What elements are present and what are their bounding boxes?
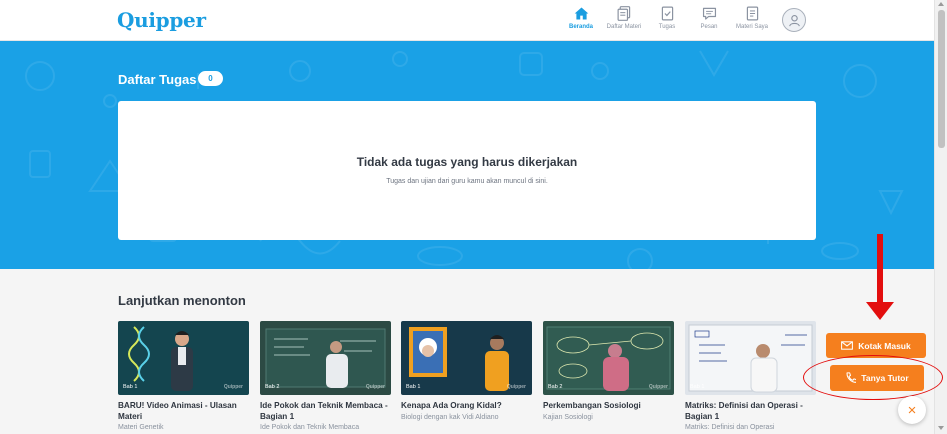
chapter-label: Bab 1 <box>406 384 421 390</box>
continue-watching-title: Lanjutkan menonton <box>118 293 246 308</box>
top-navbar: Quipper Beranda Daftar Materi Tugas Pesa… <box>0 0 934 41</box>
phone-tutor-icon <box>846 372 857 383</box>
video-thumbnail[interactable]: Bab 2 Quipper <box>543 321 674 395</box>
nav-label-daftar-materi: Daftar Materi <box>606 24 642 30</box>
video-thumbnail[interactable]: Bab 1 <box>685 321 816 395</box>
home-icon <box>574 7 588 20</box>
video-subtitle: Biologi dengan kak Vidi Aldiano <box>401 413 499 421</box>
video-title[interactable]: Matriks: Definisi dan Operasi - Bagian 1 <box>685 401 816 422</box>
scroll-down-arrow-icon[interactable] <box>938 426 944 430</box>
video-card[interactable]: Bab 2 Quipper Ide Pokok dan Teknik Memba… <box>260 321 391 431</box>
video-subtitle: Ide Pokok dan Teknik Membaca <box>260 424 360 431</box>
nav-materi-saya[interactable]: Materi Saya <box>730 5 774 30</box>
mail-icon <box>841 341 854 350</box>
nav-label-beranda: Beranda <box>568 24 593 30</box>
video-thumbnail-image <box>685 321 816 395</box>
tanya-tutor-button[interactable]: Tanya Tutor <box>830 365 924 391</box>
chapter-label: Bab 1 <box>690 384 705 390</box>
chapter-label: Bab 2 <box>265 384 280 390</box>
thumbnail-watermark: Quipper <box>365 384 385 390</box>
thumbnail-watermark: Quipper <box>648 384 668 390</box>
nav-pesan[interactable]: Pesan <box>687 5 731 30</box>
chapter-label: Bab 2 <box>548 384 563 390</box>
quipper-logo[interactable]: Quipper <box>117 8 206 32</box>
empty-assignments-subtitle: Tugas dan ujian dari guru kamu akan munc… <box>386 178 548 185</box>
nav-label-pesan: Pesan <box>700 24 718 30</box>
video-subtitle: Materi Genetik <box>118 424 164 431</box>
video-thumbnail[interactable]: Bab 1 Quipper <box>118 321 249 395</box>
video-card[interactable]: Bab 2 Quipper Perkembangan Sosiologi Kaj… <box>543 321 674 421</box>
nav-daftar-materi[interactable]: Daftar Materi <box>602 5 646 30</box>
empty-assignments-card: Tidak ada tugas yang harus dikerjakan Tu… <box>118 101 816 240</box>
close-icon: × <box>907 401 917 419</box>
my-materials-icon <box>746 6 758 21</box>
page: Quipper Beranda Daftar Materi Tugas Pesa… <box>0 0 947 434</box>
assignments-banner: Daftar Tugas 0 Tidak ada tugas yang haru… <box>0 41 934 269</box>
message-icon <box>702 7 716 20</box>
tanya-tutor-label: Tanya Tutor <box>861 373 909 383</box>
assignments-title: Daftar Tugas <box>118 72 197 87</box>
kotak-masuk-label: Kotak Masuk <box>858 340 911 351</box>
chapter-label: Bab 1 <box>123 384 138 390</box>
thumbnail-watermark: Quipper <box>223 384 243 390</box>
empty-assignments-title: Tidak ada tugas yang harus dikerjakan <box>356 155 578 169</box>
video-card[interactable]: Bab 1 Quipper BARU! Video Animasi - Ulas… <box>118 321 249 431</box>
close-support-button[interactable]: × <box>898 396 926 424</box>
annotation-arrow <box>877 234 883 304</box>
video-card[interactable]: Bab 1 Quipper Kenapa Ada Orang Kidal? Bi… <box>401 321 532 421</box>
video-title[interactable]: BARU! Video Animasi - Ulasan Materi <box>118 401 249 422</box>
thumbnail-watermark: Quipper <box>506 384 526 390</box>
nav-label-materi-saya: Materi Saya <box>735 24 768 30</box>
video-thumbnail[interactable]: Bab 2 Quipper <box>260 321 391 395</box>
assignments-count-badge: 0 <box>198 71 223 86</box>
nav-label-tugas: Tugas <box>658 24 676 30</box>
scroll-up-arrow-icon[interactable] <box>938 2 944 6</box>
user-icon <box>788 14 800 26</box>
video-subtitle: Matriks: Definisi dan Operasi <box>685 424 775 431</box>
video-subtitle: Kajian Sosiologi <box>543 413 593 421</box>
nav-tugas[interactable]: Tugas <box>645 5 689 30</box>
video-title[interactable]: Kenapa Ada Orang Kidal? <box>401 401 532 412</box>
video-card[interactable]: Bab 1 Matriks: Definisi dan Operasi - Ba… <box>685 321 816 431</box>
video-thumbnail[interactable]: Bab 1 Quipper <box>401 321 532 395</box>
annotation-arrowhead <box>866 302 894 320</box>
assignment-icon <box>661 6 673 21</box>
profile-avatar[interactable] <box>782 8 806 32</box>
nav-beranda[interactable]: Beranda <box>559 5 603 30</box>
materials-list-icon <box>617 6 630 21</box>
video-title[interactable]: Ide Pokok dan Teknik Membaca - Bagian 1 <box>260 401 391 422</box>
video-title[interactable]: Perkembangan Sosiologi <box>543 401 674 412</box>
scrollbar-thumb[interactable] <box>938 10 945 148</box>
